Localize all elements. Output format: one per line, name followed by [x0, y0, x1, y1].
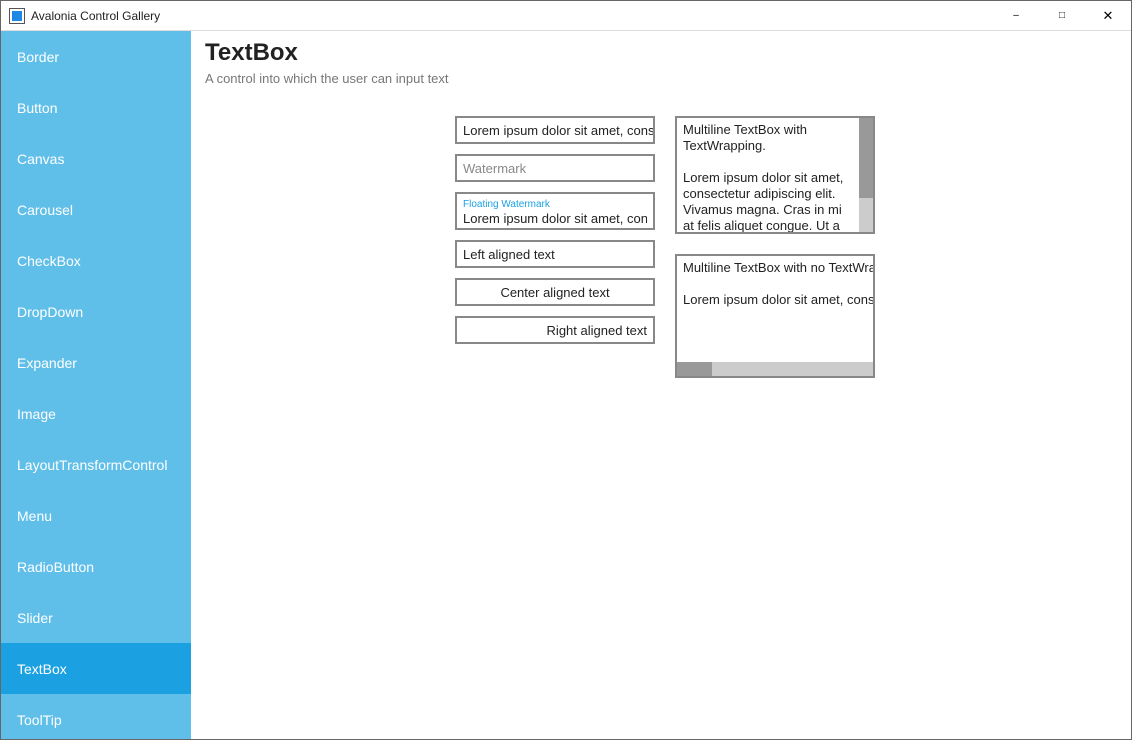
sidebar-item-border[interactable]: Border [1, 31, 191, 82]
textbox-multiline-nowrap[interactable]: Multiline TextBox with no TextWrapp Lore… [675, 254, 875, 378]
demo-area: Lorem ipsum dolor sit amet, consec Water… [205, 116, 1117, 378]
page-title: TextBox [205, 39, 1117, 67]
vertical-scrollbar[interactable] [859, 118, 873, 232]
textbox-multiline-nowrap-content: Multiline TextBox with no TextWrapp Lore… [677, 256, 873, 362]
floating-watermark-value: Lorem ipsum dolor sit amet, consec [463, 211, 647, 226]
app-window: Avalonia Control Gallery ‒ □ ✕ BorderBut… [0, 0, 1132, 740]
sidebar-item-textbox[interactable]: TextBox [1, 643, 191, 694]
textbox-right-aligned[interactable]: Right aligned text [455, 316, 655, 344]
textbox-multiline-wrap-content: Multiline TextBox with TextWrapping. Lor… [677, 118, 859, 232]
sidebar-item-image[interactable]: Image [1, 388, 191, 439]
horizontal-scrollbar[interactable] [677, 362, 873, 376]
horizontal-scrollbar-thumb[interactable] [677, 362, 712, 376]
sidebar-item-menu[interactable]: Menu [1, 490, 191, 541]
textbox-watermark[interactable]: Watermark [455, 154, 655, 182]
sidebar-item-slider[interactable]: Slider [1, 592, 191, 643]
titlebar[interactable]: Avalonia Control Gallery ‒ □ ✕ [1, 1, 1131, 31]
sidebar-item-expander[interactable]: Expander [1, 337, 191, 388]
app-body: BorderButtonCanvasCarouselCheckBoxDropDo… [1, 31, 1131, 739]
textbox-left-aligned[interactable]: Left aligned text [455, 240, 655, 268]
textbox-center-aligned[interactable]: Center aligned text [455, 278, 655, 306]
maximize-button[interactable]: □ [1039, 1, 1085, 31]
textbox-simple[interactable]: Lorem ipsum dolor sit amet, consec [455, 116, 655, 144]
page-subtitle: A control into which the user can input … [205, 71, 1117, 86]
floating-watermark-label: Floating Watermark [463, 199, 647, 211]
sidebar-item-checkbox[interactable]: CheckBox [1, 235, 191, 286]
sidebar-item-canvas[interactable]: Canvas [1, 133, 191, 184]
sidebar-item-layouttransformcontrol[interactable]: LayoutTransformControl [1, 439, 191, 490]
sidebar-item-carousel[interactable]: Carousel [1, 184, 191, 235]
main-content: TextBox A control into which the user ca… [191, 31, 1131, 739]
app-icon [9, 8, 25, 24]
close-button[interactable]: ✕ [1085, 1, 1131, 31]
window-title: Avalonia Control Gallery [31, 9, 160, 23]
demo-column-right: Multiline TextBox with TextWrapping. Lor… [675, 116, 875, 378]
demo-column-left: Lorem ipsum dolor sit amet, consec Water… [455, 116, 655, 378]
sidebar-item-tooltip[interactable]: ToolTip [1, 694, 191, 739]
textbox-floating-watermark[interactable]: Floating Watermark Lorem ipsum dolor sit… [455, 192, 655, 230]
sidebar[interactable]: BorderButtonCanvasCarouselCheckBoxDropDo… [1, 31, 191, 739]
sidebar-item-radiobutton[interactable]: RadioButton [1, 541, 191, 592]
sidebar-item-button[interactable]: Button [1, 82, 191, 133]
minimize-button[interactable]: ‒ [993, 1, 1039, 31]
sidebar-item-dropdown[interactable]: DropDown [1, 286, 191, 337]
textbox-multiline-wrap[interactable]: Multiline TextBox with TextWrapping. Lor… [675, 116, 875, 234]
vertical-scrollbar-thumb[interactable] [859, 118, 873, 198]
